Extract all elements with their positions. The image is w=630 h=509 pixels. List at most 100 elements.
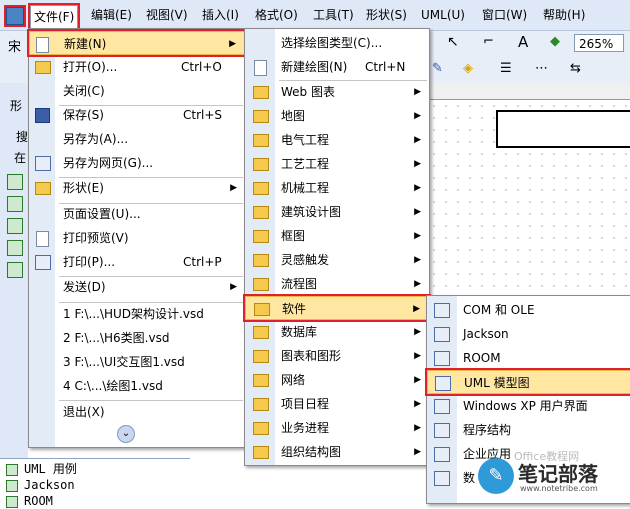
new-category-software[interactable]: 软件 ▶ xyxy=(243,294,431,322)
folder-icon xyxy=(253,206,269,219)
new-category-schedule[interactable]: 项目日程 ▶ xyxy=(245,392,429,416)
web-page-icon xyxy=(35,156,51,171)
file-save-as-web[interactable]: 另存为网页(G)... xyxy=(29,151,245,175)
folder-icon xyxy=(253,110,269,123)
fill-tool-icon[interactable]: ◆ xyxy=(550,34,560,49)
text-tool-icon[interactable]: A xyxy=(518,33,528,51)
printer-icon xyxy=(35,255,51,270)
file-page-setup[interactable]: 页面设置(U)... xyxy=(29,202,245,226)
new-icon xyxy=(36,37,49,53)
file-new[interactable]: 新建(N) ▶ xyxy=(27,29,247,57)
software-winxp-ui[interactable]: Windows XP 用户界面 xyxy=(427,394,630,418)
app-icon[interactable] xyxy=(4,5,26,27)
submenu-arrow-icon: ▶ xyxy=(414,399,421,409)
stencil-item-uml-usecase[interactable]: UML 用例 xyxy=(6,461,77,477)
new-choose-drawing-type[interactable]: 选择绘图类型(C)... xyxy=(245,31,429,55)
menu-view[interactable]: 视图(V) xyxy=(143,6,191,24)
stencil-icon[interactable] xyxy=(7,174,23,190)
pointer-tool-icon[interactable]: ↖ xyxy=(447,34,459,50)
zoom-box[interactable]: 265% xyxy=(574,34,624,52)
stencil-icon[interactable] xyxy=(7,262,23,278)
menu-shape[interactable]: 形状(S) xyxy=(363,6,410,24)
folder-icon xyxy=(253,350,269,363)
menu-bar: 文件(F) 编辑(E) 视图(V) 插入(I) 格式(O) 工具(T) 形状(S… xyxy=(0,0,630,31)
menu-help[interactable]: 帮助(H) xyxy=(540,6,588,24)
menu-item-label: UML 模型图 xyxy=(464,376,530,390)
recent-file-1[interactable]: 1 F:\...\HUD架构设计.vsd xyxy=(29,302,245,326)
menu-item-label: 地图 xyxy=(281,109,306,123)
software-room[interactable]: ROOM xyxy=(427,346,630,370)
new-category-flowchart[interactable]: 流程图 ▶ xyxy=(245,272,429,296)
line-ends-icon[interactable]: ⇆ xyxy=(570,61,581,76)
stencil-label: Jackson xyxy=(24,478,75,492)
line-weight-icon[interactable]: ☰ xyxy=(500,61,512,76)
stencil-icon[interactable] xyxy=(7,196,23,212)
shapes-pane: 形 搜 在 xyxy=(0,83,28,502)
submenu-arrow-icon: ▶ xyxy=(230,183,237,193)
software-com-ole[interactable]: COM 和 OLE xyxy=(427,298,630,322)
file-menu: 新建(N) ▶ 打开(O)... Ctrl+O 关闭(C) 保存(S) Ctrl… xyxy=(27,28,247,448)
menu-file[interactable]: 文件(F) xyxy=(27,3,81,30)
menu-window[interactable]: 窗口(W) xyxy=(479,6,530,24)
recent-file-4[interactable]: 4 C:\...\绘图1.vsd xyxy=(29,374,245,398)
new-submenu: 选择绘图类型(C)... 新建绘图(N) Ctrl+N Web 图表 ▶ 地图 ▶ … xyxy=(243,28,431,466)
menu-tools[interactable]: 工具(T) xyxy=(310,6,357,24)
file-print-preview[interactable]: 打印预览(V) xyxy=(29,226,245,250)
file-save-as[interactable]: 另存为(A)... xyxy=(29,127,245,151)
stencil-item-room[interactable]: ROOM xyxy=(6,493,53,509)
new-category-database[interactable]: 数据库 ▶ xyxy=(245,320,429,344)
recent-file-2[interactable]: 2 F:\...\H6类图.vsd xyxy=(29,326,245,350)
selected-shape[interactable] xyxy=(496,110,630,148)
new-category-building[interactable]: 建筑设计图 ▶ xyxy=(245,200,429,224)
menu-item-label: Web 图表 xyxy=(281,85,335,99)
submenu-arrow-icon: ▶ xyxy=(414,159,421,169)
new-category-charts[interactable]: 图表和图形 ▶ xyxy=(245,344,429,368)
new-category-network[interactable]: 网络 ▶ xyxy=(245,368,429,392)
line-pattern-icon[interactable]: ⋯ xyxy=(535,61,548,76)
file-print[interactable]: 打印(P)... Ctrl+P xyxy=(29,250,245,274)
folder-icon xyxy=(253,86,269,99)
menu-item-label: 建筑设计图 xyxy=(281,205,342,219)
template-icon xyxy=(435,376,451,391)
new-category-block[interactable]: 框图 ▶ xyxy=(245,224,429,248)
stencil-icon[interactable] xyxy=(7,240,23,256)
stencil-icon[interactable] xyxy=(7,218,23,234)
line-color-icon[interactable]: ✎ xyxy=(432,61,443,76)
file-close[interactable]: 关闭(C) xyxy=(29,79,245,103)
file-open[interactable]: 打开(O)... Ctrl+O xyxy=(29,55,245,79)
recent-file-3[interactable]: 3 F:\...\UI交互图1.vsd xyxy=(29,350,245,374)
software-uml-model[interactable]: UML 模型图 xyxy=(425,368,630,396)
file-exit[interactable]: 退出(X) xyxy=(29,400,245,424)
menu-insert[interactable]: 插入(I) xyxy=(199,6,242,24)
new-category-brainstorm[interactable]: 灵感触发 ▶ xyxy=(245,248,429,272)
folder-icon xyxy=(253,158,269,171)
file-save-as-label: 另存为(A)... xyxy=(63,132,129,146)
software-jackson[interactable]: Jackson xyxy=(427,322,630,346)
new-category-process[interactable]: 工艺工程 ▶ xyxy=(245,152,429,176)
submenu-arrow-icon: ▶ xyxy=(229,39,236,49)
menu-item-label: 机械工程 xyxy=(281,181,330,195)
file-shapes[interactable]: 形状(E) ▶ xyxy=(29,176,245,200)
shapes-tab-label[interactable]: 形 xyxy=(10,97,22,114)
new-category-org-chart[interactable]: 组织结构图 ▶ xyxy=(245,440,429,464)
menu-item-label: 新建绘图(N) xyxy=(281,60,348,74)
new-category-business[interactable]: 业务进程 ▶ xyxy=(245,416,429,440)
new-drawing[interactable]: 新建绘图(N) Ctrl+N xyxy=(245,55,429,79)
menu-item-label: 业务进程 xyxy=(281,421,330,435)
new-category-mechanical[interactable]: 机械工程 ▶ xyxy=(245,176,429,200)
new-category-map[interactable]: 地图 ▶ xyxy=(245,104,429,128)
file-send[interactable]: 发送(D) ▶ xyxy=(29,275,245,299)
software-program-structure[interactable]: 程序结构 xyxy=(427,418,630,442)
stencil-label: ROOM xyxy=(24,494,53,508)
stencil-item-jackson[interactable]: Jackson xyxy=(6,477,75,493)
menu-edit[interactable]: 编辑(E) xyxy=(88,6,135,24)
fill-color-icon[interactable]: ◈ xyxy=(463,61,473,76)
menu-format[interactable]: 格式(O) xyxy=(252,6,301,24)
shapes-folder-icon xyxy=(35,182,51,195)
file-save[interactable]: 保存(S) Ctrl+S xyxy=(29,103,245,127)
menu-uml[interactable]: UML(U) xyxy=(418,6,468,24)
new-category-web[interactable]: Web 图表 ▶ xyxy=(245,80,429,104)
expand-menu-chevron-icon[interactable]: ⌄ xyxy=(117,425,135,443)
connector-tool-icon[interactable]: ⌐ xyxy=(483,34,494,49)
new-category-electrical[interactable]: 电气工程 ▶ xyxy=(245,128,429,152)
